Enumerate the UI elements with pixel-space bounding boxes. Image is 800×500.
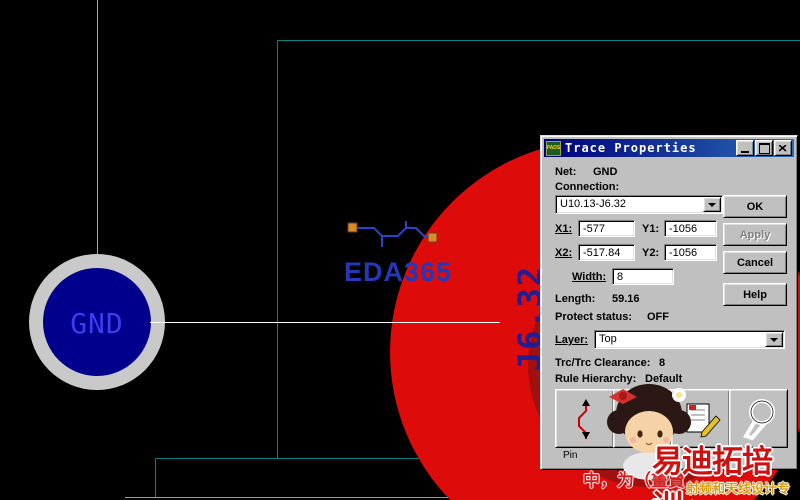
minimize-button[interactable] <box>736 140 754 156</box>
x2-input[interactable]: -517.84 <box>578 244 635 261</box>
maximize-button[interactable] <box>755 140 773 156</box>
x1-label: X1: <box>555 223 573 235</box>
icon-button-caption: Pin <box>563 450 578 461</box>
y2-label: Y2: <box>642 247 660 259</box>
layer-select[interactable]: Top <box>594 330 785 349</box>
x1-input[interactable]: -577 <box>578 220 635 237</box>
dialog-title: Trace Properties <box>565 141 697 155</box>
x2-label: X2: <box>555 247 573 259</box>
blue-trace[interactable] <box>352 221 432 247</box>
width-input[interactable]: 8 <box>612 268 674 285</box>
net-value: GND <box>593 166 618 178</box>
clearance-value: 8 <box>659 357 666 369</box>
close-icon <box>779 144 787 152</box>
apply-button[interactable]: Apply <box>723 223 787 246</box>
close-button[interactable] <box>774 140 792 156</box>
smd-pad-2[interactable] <box>427 232 438 243</box>
pcb-editor-canvas: J6.32 GND EDA365 PADS Trace Properties N… <box>0 0 800 500</box>
width-label: Width: <box>572 271 607 283</box>
connection-select[interactable]: U10.13-J6.32 <box>555 195 723 214</box>
pads-app-icon: PADS <box>546 140 561 156</box>
layer-label: Layer: <box>555 334 589 346</box>
connection-label: Connection: <box>555 181 620 193</box>
connection-dropdown-arrow-icon[interactable] <box>703 197 721 212</box>
ok-button[interactable]: OK <box>723 195 787 218</box>
trace-zigzag-icon <box>578 399 590 439</box>
net-label: Net: <box>555 166 577 178</box>
cancel-button[interactable]: Cancel <box>723 251 787 274</box>
protect-status-value: OFF <box>647 311 669 323</box>
connection-value: U10.13-J6.32 <box>560 198 627 210</box>
y1-input[interactable]: -1056 <box>664 220 717 237</box>
watermark-subtitle: 射频和天线设计专家 <box>686 481 791 496</box>
layer-value: Top <box>599 333 617 345</box>
length-label: Length: <box>555 293 596 305</box>
help-button[interactable]: Help <box>723 283 787 306</box>
smd-pad-1[interactable] <box>347 222 358 233</box>
length-value: 59.16 <box>612 293 640 305</box>
gnd-pad-label: GND <box>70 307 124 340</box>
layer-dropdown-arrow-icon[interactable] <box>765 332 783 347</box>
y1-label: Y1: <box>642 223 660 235</box>
protect-status-label: Protect status: <box>555 311 633 323</box>
dialog-titlebar[interactable]: PADS Trace Properties <box>544 139 794 157</box>
y2-input[interactable]: -1056 <box>664 244 717 261</box>
clearance-label: Trc/Trc Clearance: <box>555 357 651 369</box>
eda365-watermark: EDA365 <box>344 257 452 287</box>
teardrop-outline-icon <box>743 399 775 441</box>
